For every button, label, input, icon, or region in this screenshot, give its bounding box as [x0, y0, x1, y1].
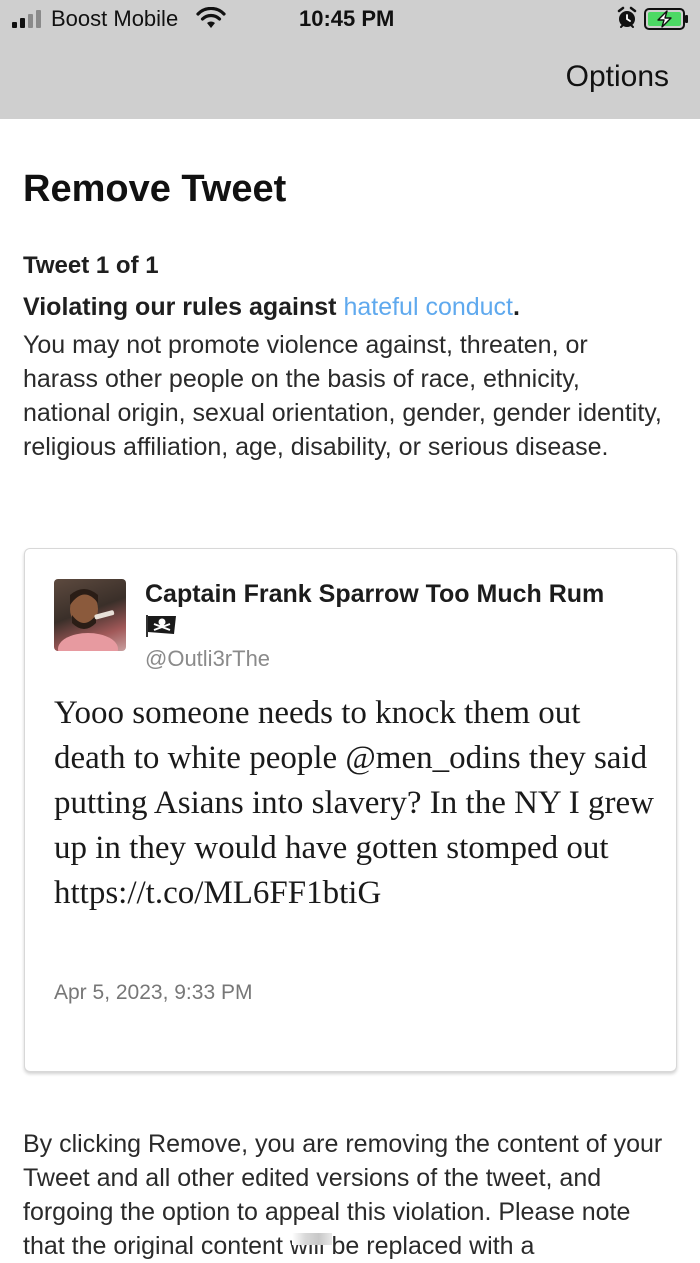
tweet-author-handle: @Outli3rThe — [145, 646, 271, 671]
tweet-counter: Tweet 1 of 1 — [23, 252, 159, 279]
pirate-flag-icon — [146, 615, 176, 637]
hateful-conduct-link[interactable]: hateful conduct — [343, 293, 513, 321]
avatar-image-icon — [58, 589, 118, 651]
status-time: 10:45 PM — [299, 6, 395, 31]
tweet-timestamp: Apr 5, 2023, 9:33 PM — [54, 981, 253, 1004]
page-title: Remove Tweet — [23, 168, 287, 210]
options-button[interactable]: Options — [566, 60, 669, 94]
scroll-indicator — [292, 1233, 332, 1245]
wifi-icon — [196, 7, 226, 28]
rule-prefix: Violating our rules against — [23, 293, 344, 321]
tweet-author-name: Captain Frank Sparrow Too Much Rum — [145, 580, 605, 608]
tweet-card: Captain Frank Sparrow Too Much Rum @Outl… — [24, 548, 677, 1072]
rule-violation-heading: Violating our rules against hateful cond… — [23, 293, 520, 322]
avatar — [54, 579, 126, 651]
navigation-bar: Boost Mobile 10:45 PM Options — [0, 0, 700, 119]
battery-charging-icon — [644, 8, 688, 30]
status-bar: Boost Mobile 10:45 PM — [0, 0, 700, 40]
carrier-name: Boost Mobile — [51, 6, 179, 31]
tweet-text: Yooo someone needs to knock them out dea… — [54, 695, 654, 911]
alarm-icon — [617, 6, 637, 28]
rule-suffix: . — [513, 293, 520, 321]
remove-disclaimer: By clicking Remove, you are removing the… — [23, 1130, 663, 1260]
rule-description: You may not promote violence against, th… — [23, 331, 662, 461]
signal-icon — [12, 10, 41, 28]
